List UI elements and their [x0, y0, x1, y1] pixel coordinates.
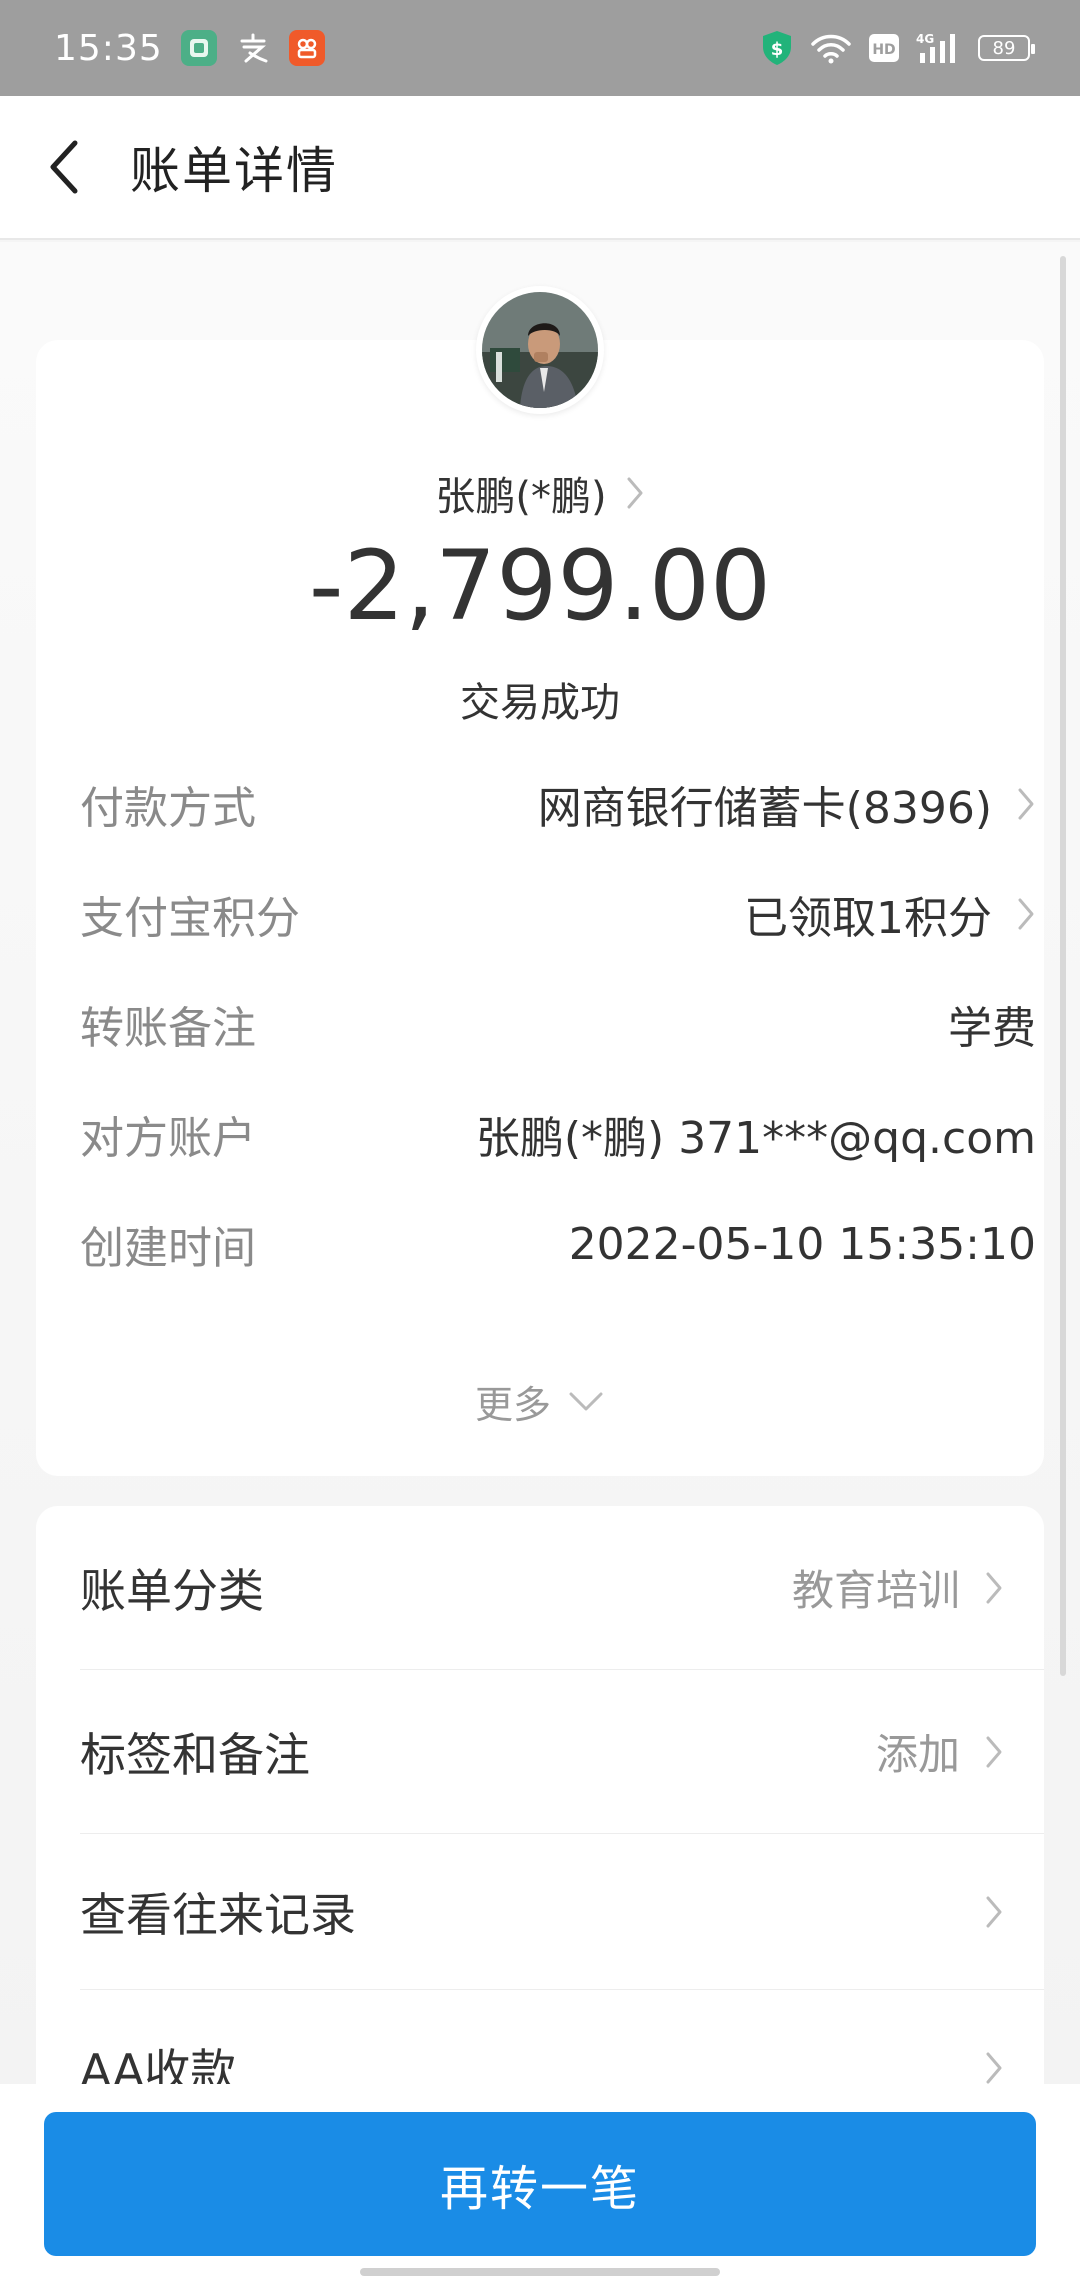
app-green-icon [180, 30, 217, 66]
page-title: 账单详情 [130, 142, 338, 200]
actions-card: 账单分类 教育培训 标签和备注 添加 查看往来记录 AA收款 [36, 1506, 1044, 2084]
back-arrow-icon [50, 140, 78, 194]
action-tags-notes[interactable]: 标签和备注 添加 [80, 1670, 1044, 1834]
more-label: 更多 [474, 1383, 551, 1427]
amount: -2,799.00 [308, 530, 772, 642]
app-orange-icon [288, 30, 325, 66]
chevron-down-icon [569, 1392, 603, 1410]
header: 账单详情 [0, 96, 1080, 240]
detail-value-wrap: 网商银行储蓄卡(8396) [538, 772, 1036, 836]
wifi-icon [810, 32, 852, 64]
detail-label: 创建时间 [80, 1223, 256, 1274]
svg-text:4G: 4G [916, 32, 934, 46]
status-right: $ HD 4G 89 [760, 29, 1035, 67]
chevron-right-icon [986, 2052, 1002, 2084]
detail-row-created-time: 创建时间 2022-05-10 15:35:10 [80, 1204, 1036, 1284]
detail-label: 支付宝积分 [80, 893, 300, 944]
chevron-right-icon [1018, 898, 1034, 930]
action-label: 查看往来记录 [80, 1887, 356, 1942]
detail-row-transfer-note: 转账备注 学费 [80, 984, 1036, 1064]
transaction-status: 交易成功 [460, 680, 620, 726]
detail-label: 转账备注 [80, 1003, 256, 1054]
detail-label: 付款方式 [80, 783, 256, 834]
hd-icon: HD [868, 33, 900, 63]
chevron-right-icon [627, 477, 643, 509]
action-view-history[interactable]: 查看往来记录 [80, 1834, 1044, 1990]
detail-row-payment-method[interactable]: 付款方式 网商银行储蓄卡(8396) [80, 764, 1036, 844]
battery-icon: 89 [978, 35, 1035, 61]
detail-label: 对方账户 [80, 1113, 256, 1164]
4g-signal-icon: 4G [916, 31, 962, 65]
bill-detail-content[interactable]: 张鹏(*鹏) -2,799.00 交易成功 付款方式 网商银行储蓄卡(8396)… [0, 242, 1080, 2084]
action-value: 教育培训 [791, 1566, 960, 1615]
detail-value: 已领取1积分 [744, 893, 992, 944]
detail-row-alipay-points[interactable]: 支付宝积分 已领取1积分 [80, 874, 1036, 954]
shield-dollar-icon: $ [760, 29, 794, 67]
scrollbar[interactable] [1060, 256, 1066, 1676]
transaction-card: 张鹏(*鹏) -2,799.00 交易成功 付款方式 网商银行储蓄卡(8396)… [36, 286, 1044, 1476]
svg-text:$: $ [771, 39, 784, 60]
payee-row[interactable]: 张鹏(*鹏) [36, 464, 1044, 522]
detail-value: 张鹏(*鹏) 371***@qq.com [475, 1113, 1036, 1164]
status-time: 15:35 [54, 27, 163, 69]
detail-value: 学费 [948, 1003, 1036, 1054]
more-button[interactable]: 更多 [36, 1374, 1044, 1429]
payee-name: 张鹏(*鹏) [435, 474, 607, 520]
action-aa-collection[interactable]: AA收款 [80, 1990, 1044, 2084]
chevron-right-icon [986, 1736, 1002, 1767]
detail-value: 网商银行储蓄卡(8396) [537, 783, 992, 834]
action-label: 账单分类 [80, 1563, 264, 1618]
action-label: 标签和备注 [80, 1727, 310, 1782]
action-value: 添加 [875, 1730, 960, 1779]
detail-value-wrap: 已领取1积分 [744, 882, 1036, 946]
home-indicator[interactable] [360, 2268, 720, 2276]
chevron-right-icon [986, 1896, 1002, 1927]
transfer-again-button[interactable]: 再转一笔 [44, 2112, 1036, 2256]
svg-text:HD: HD [872, 42, 895, 58]
detail-value: 2022-05-10 15:35:10 [568, 1218, 1036, 1270]
avatar[interactable] [476, 286, 604, 414]
action-label: AA收款 [80, 2044, 237, 2084]
status-bar: 15:35 $ HD 4G 89 [0, 0, 1080, 96]
chevron-right-icon [1018, 788, 1034, 820]
detail-row-counterparty-account: 对方账户 张鹏(*鹏) 371***@qq.com [80, 1094, 1036, 1174]
action-value-wrap: 添加 [876, 1721, 1004, 1782]
status-left: 15:35 [54, 28, 325, 69]
chevron-right-icon [986, 1572, 1002, 1603]
action-bill-category[interactable]: 账单分类 教育培训 [80, 1506, 1044, 1670]
bottom-bar: 再转一笔 [0, 2084, 1080, 2280]
action-value-wrap: 教育培训 [792, 1557, 1004, 1618]
back-button[interactable] [0, 95, 130, 239]
alipay-text-icon [235, 30, 271, 66]
